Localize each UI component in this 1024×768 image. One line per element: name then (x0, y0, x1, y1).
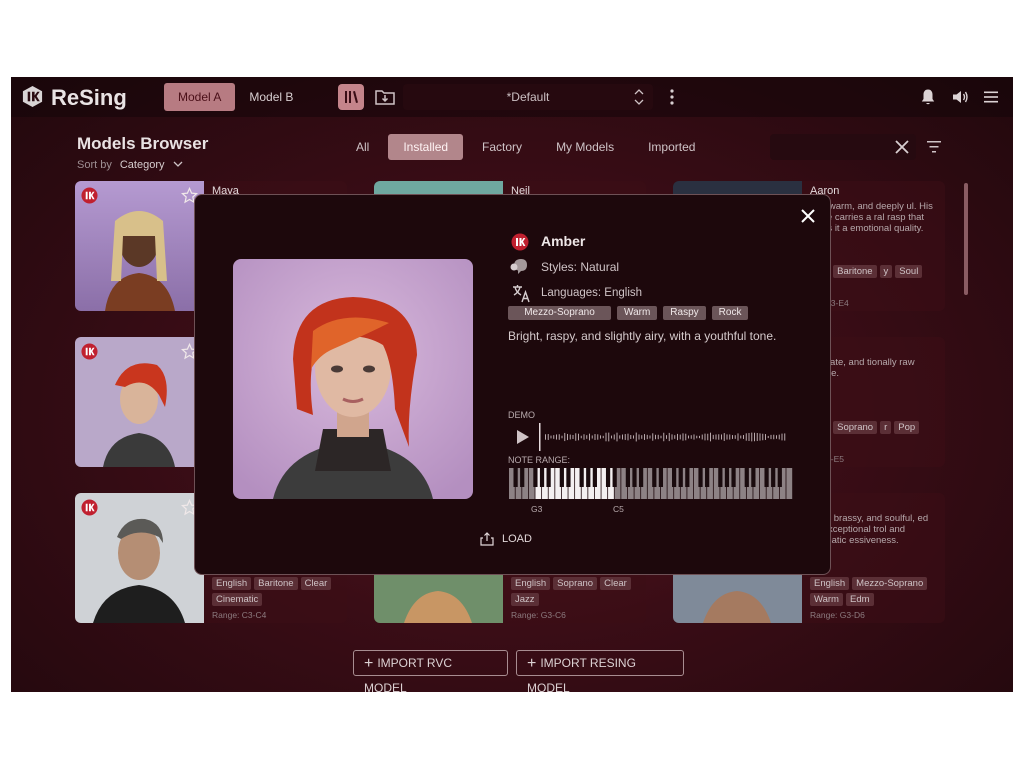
tag: English (810, 577, 850, 590)
tag: Mezzo-Soprano (852, 577, 928, 590)
filter-imported[interactable]: Imported (633, 134, 710, 160)
plus-icon: + (527, 655, 537, 672)
play-icon[interactable] (516, 429, 530, 445)
note-range-keyboard (509, 468, 793, 499)
resing-app: ReSing Model A Model B *Default Models B… (11, 77, 1013, 692)
chevron-down-icon (173, 159, 183, 171)
tag: Mezzo-Soprano (508, 306, 611, 320)
clear-search-icon[interactable] (894, 139, 910, 155)
tag: r (880, 421, 892, 434)
sort-by-value: Category (119, 159, 165, 171)
tag: Soprano (553, 577, 598, 590)
ik-badge-icon (81, 499, 98, 516)
library-icon (345, 91, 358, 103)
ik-badge-icon (511, 233, 529, 251)
tag: Baritone (254, 577, 298, 590)
load-button[interactable]: LOAD (480, 531, 532, 547)
model-tags: English Soprano Clear Jazz (511, 577, 643, 606)
import-resing-button[interactable]: + IMPORT RESING MODEL (516, 650, 684, 692)
tag: Rock (711, 306, 749, 320)
filter-all[interactable]: All (341, 134, 384, 160)
tag: English (212, 577, 252, 590)
demo-label: DEMO (508, 410, 535, 420)
styles-icon (510, 259, 527, 274)
library-button[interactable] (338, 84, 364, 110)
modal-tags: Mezzo-Soprano Warm Raspy Rock (508, 306, 749, 320)
note-range-label: NOTE RANGE: (508, 455, 571, 465)
filter-installed[interactable]: Installed (388, 134, 464, 160)
filter-my-models[interactable]: My Models (541, 134, 629, 160)
search-input[interactable] (770, 134, 916, 160)
tag: Pop (894, 421, 920, 434)
load-label: LOAD (502, 533, 532, 545)
import-rvc-button[interactable]: + IMPORT RVC MODEL (353, 650, 508, 692)
tag: Raspy (663, 306, 706, 320)
tag: Soul (895, 265, 923, 278)
import-resing-label: IMPORT RESING MODEL (527, 656, 636, 692)
tag: y (879, 265, 893, 278)
tab-model-a[interactable]: Model A (164, 83, 236, 111)
modal-styles: Styles: Natural (541, 260, 620, 274)
close-icon[interactable] (800, 208, 816, 224)
playhead (539, 423, 541, 451)
scrollbar[interactable] (964, 183, 968, 295)
range-high-label: C5 (613, 504, 624, 514)
load-icon (480, 532, 494, 546)
modal-languages: Languages: English (541, 287, 643, 299)
model-tags: English Baritone Clear Cinematic (212, 577, 344, 606)
hamburger-menu-icon[interactable] (983, 90, 999, 104)
modal-description: Bright, raspy, and slightly airy, with a… (508, 329, 777, 343)
range-low-label: G3 (531, 504, 543, 514)
tag: Cinematic (212, 593, 263, 606)
tag: Edm (845, 593, 874, 606)
bell-icon[interactable] (920, 88, 936, 106)
top-bar: ReSing Model A Model B *Default (11, 77, 1013, 117)
tag: Warm (810, 593, 843, 606)
sort-by-label: Sort by (77, 159, 112, 171)
model-detail-modal: Amber Styles: Natural Languages: English… (194, 194, 831, 575)
tag: Soprano (833, 421, 878, 434)
model-range: Range: C3-C4 (212, 610, 267, 620)
import-rvc-label: IMPORT RVC MODEL (364, 656, 453, 692)
filter-icon[interactable] (926, 140, 942, 154)
speaker-icon[interactable] (951, 88, 969, 106)
folder-save-icon[interactable] (373, 85, 397, 109)
model-tags: English Mezzo-Soprano Warm Edm (810, 577, 942, 606)
preset-selector[interactable]: *Default (403, 84, 653, 110)
model-range: Range: G3-C6 (511, 610, 566, 620)
tag: Baritone (833, 265, 877, 278)
filter-tabs: All Installed Factory My Models Imported (341, 134, 714, 160)
model-tabs: Model A Model B (164, 83, 307, 111)
tab-model-b[interactable]: Model B (235, 83, 307, 111)
tag: Clear (300, 577, 332, 590)
app-name: ReSing (51, 85, 127, 110)
tag: Warm (617, 306, 658, 320)
filter-factory[interactable]: Factory (467, 134, 537, 160)
tag: Clear (600, 577, 631, 590)
preset-name: *Default (506, 90, 550, 104)
ik-badge-icon (81, 343, 98, 360)
ik-logo-icon (22, 85, 43, 108)
tag: English (511, 577, 551, 590)
model-range: Range: G3-D6 (810, 610, 865, 620)
up-down-arrows-icon (634, 89, 644, 105)
more-options-icon[interactable] (665, 87, 679, 107)
ik-badge-icon (81, 187, 98, 204)
language-icon (513, 285, 530, 303)
browser-title: Models Browser (77, 134, 209, 153)
tag: Jazz (511, 593, 539, 606)
modal-model-name: Amber (541, 233, 586, 249)
sort-by[interactable]: Sort by Category (77, 159, 183, 171)
model-photo-large (233, 259, 473, 499)
demo-waveform[interactable] (537, 421, 787, 453)
plus-icon: + (364, 655, 374, 672)
